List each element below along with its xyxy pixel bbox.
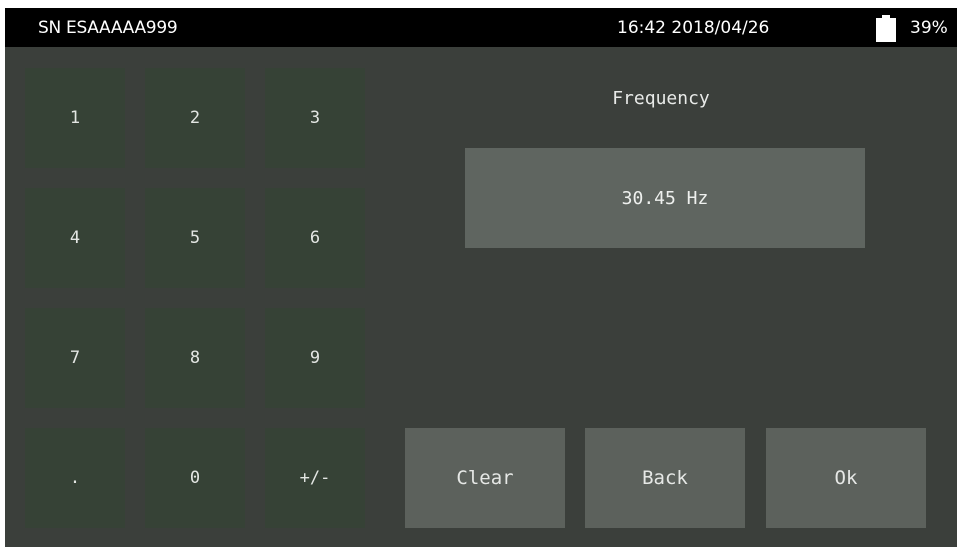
clock: 16:42 2018/04/26 bbox=[617, 18, 770, 38]
field-label: Frequency bbox=[612, 88, 710, 109]
device-screen: SN ESAAAAA999 16:42 2018/04/26 39% 1 2 3… bbox=[0, 0, 957, 547]
key-plus-minus[interactable]: +/- bbox=[265, 428, 365, 528]
key-decimal[interactable]: . bbox=[25, 428, 125, 528]
battery-body bbox=[876, 18, 896, 42]
key-1[interactable]: 1 bbox=[25, 68, 125, 168]
back-button[interactable]: Back bbox=[585, 428, 745, 528]
ok-button[interactable]: Ok bbox=[766, 428, 926, 528]
key-8[interactable]: 8 bbox=[145, 308, 245, 408]
battery-icon bbox=[876, 15, 896, 42]
key-9[interactable]: 9 bbox=[265, 308, 365, 408]
clear-button[interactable]: Clear bbox=[405, 428, 565, 528]
key-7[interactable]: 7 bbox=[25, 308, 125, 408]
battery-percent: 39% bbox=[910, 18, 948, 38]
key-2[interactable]: 2 bbox=[145, 68, 245, 168]
value-display: 30.45 Hz bbox=[465, 148, 865, 248]
key-4[interactable]: 4 bbox=[25, 188, 125, 288]
status-bar: SN ESAAAAA999 16:42 2018/04/26 39% bbox=[5, 8, 957, 47]
key-6[interactable]: 6 bbox=[265, 188, 365, 288]
key-5[interactable]: 5 bbox=[145, 188, 245, 288]
device-serial: SN ESAAAAA999 bbox=[38, 18, 178, 38]
key-0[interactable]: 0 bbox=[145, 428, 245, 528]
key-3[interactable]: 3 bbox=[265, 68, 365, 168]
